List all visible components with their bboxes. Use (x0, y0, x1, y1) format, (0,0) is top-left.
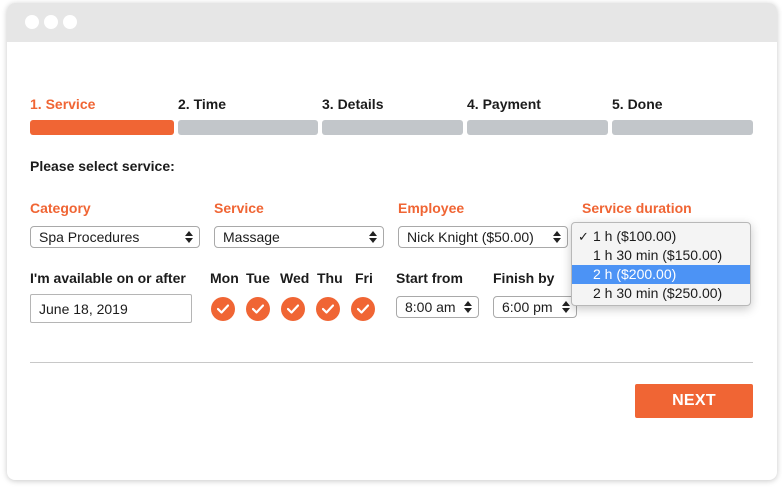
finish-time-select[interactable]: 6:00 pm (493, 296, 577, 318)
start-from-label: Start from (396, 270, 463, 286)
day-thu-checkbox[interactable] (316, 297, 340, 321)
category-select-value: Spa Procedures (39, 229, 140, 245)
checkmark-icon (217, 304, 229, 314)
duration-option-label: 1 h ($100.00) (593, 228, 677, 244)
day-tue-checkbox[interactable] (246, 297, 270, 321)
window-dot-icon (44, 15, 58, 29)
section-title: Please select service: (30, 158, 175, 174)
select-arrows-icon (562, 300, 570, 314)
duration-option-highlighted[interactable]: 2 h ($200.00) (572, 265, 750, 284)
day-fri-label: Fri (355, 270, 373, 286)
duration-option-label: 2 h ($200.00) (593, 266, 677, 282)
available-date-input[interactable]: June 18, 2019 (30, 294, 192, 323)
duration-option[interactable]: ✓ 1 h ($100.00) (572, 227, 750, 246)
checkmark-icon (252, 304, 264, 314)
select-arrows-icon (185, 230, 193, 244)
service-select-value: Massage (223, 229, 280, 245)
category-label: Category (30, 200, 91, 216)
step-service-label: 1. Service (30, 96, 96, 112)
checkmark-icon (287, 304, 299, 314)
step-details-bar (322, 120, 463, 135)
duration-dropdown[interactable]: ✓ 1 h ($100.00) 1 h 30 min ($150.00) 2 h… (571, 222, 751, 306)
step-time-label: 2. Time (178, 96, 226, 112)
window-titlebar (7, 3, 777, 42)
select-arrows-icon (369, 230, 377, 244)
employee-label: Employee (398, 200, 465, 216)
day-thu-label: Thu (317, 270, 343, 286)
duration-option-label: 1 h 30 min ($150.00) (593, 247, 723, 263)
window-dot-icon (25, 15, 39, 29)
start-time-select[interactable]: 8:00 am (396, 296, 479, 318)
employee-select-value: Nick Knight ($50.00) (407, 229, 534, 245)
employee-select[interactable]: Nick Knight ($50.00) (398, 226, 568, 248)
select-arrows-icon (464, 300, 472, 314)
select-arrows-icon (553, 230, 561, 244)
checkmark-icon: ✓ (578, 229, 589, 244)
next-button[interactable]: NEXT (635, 384, 753, 418)
day-tue-label: Tue (246, 270, 270, 286)
checkmark-icon (357, 304, 369, 314)
duration-option[interactable]: 2 h 30 min ($250.00) (572, 284, 750, 303)
finish-by-label: Finish by (493, 270, 555, 286)
step-payment-label: 4. Payment (467, 96, 541, 112)
step-details-label: 3. Details (322, 96, 384, 112)
day-mon-checkbox[interactable] (211, 297, 235, 321)
category-select[interactable]: Spa Procedures (30, 226, 200, 248)
service-select[interactable]: Massage (214, 226, 384, 248)
divider (30, 362, 753, 363)
day-fri-checkbox[interactable] (351, 297, 375, 321)
step-service-bar (30, 120, 174, 135)
step-done-bar (612, 120, 753, 135)
day-mon-label: Mon (210, 270, 239, 286)
service-label: Service (214, 200, 264, 216)
day-wed-checkbox[interactable] (281, 297, 305, 321)
duration-option[interactable]: 1 h 30 min ($150.00) (572, 246, 750, 265)
step-done-label: 5. Done (612, 96, 663, 112)
day-wed-label: Wed (280, 270, 310, 286)
window-dot-icon (63, 15, 77, 29)
step-payment-bar (467, 120, 608, 135)
available-date-label: I'm available on or after (30, 270, 186, 286)
finish-time-value: 6:00 pm (502, 299, 553, 315)
start-time-value: 8:00 am (405, 299, 456, 315)
step-time-bar (178, 120, 318, 135)
duration-option-label: 2 h 30 min ($250.00) (593, 285, 723, 301)
duration-label: Service duration (582, 200, 692, 216)
checkmark-icon (322, 304, 334, 314)
